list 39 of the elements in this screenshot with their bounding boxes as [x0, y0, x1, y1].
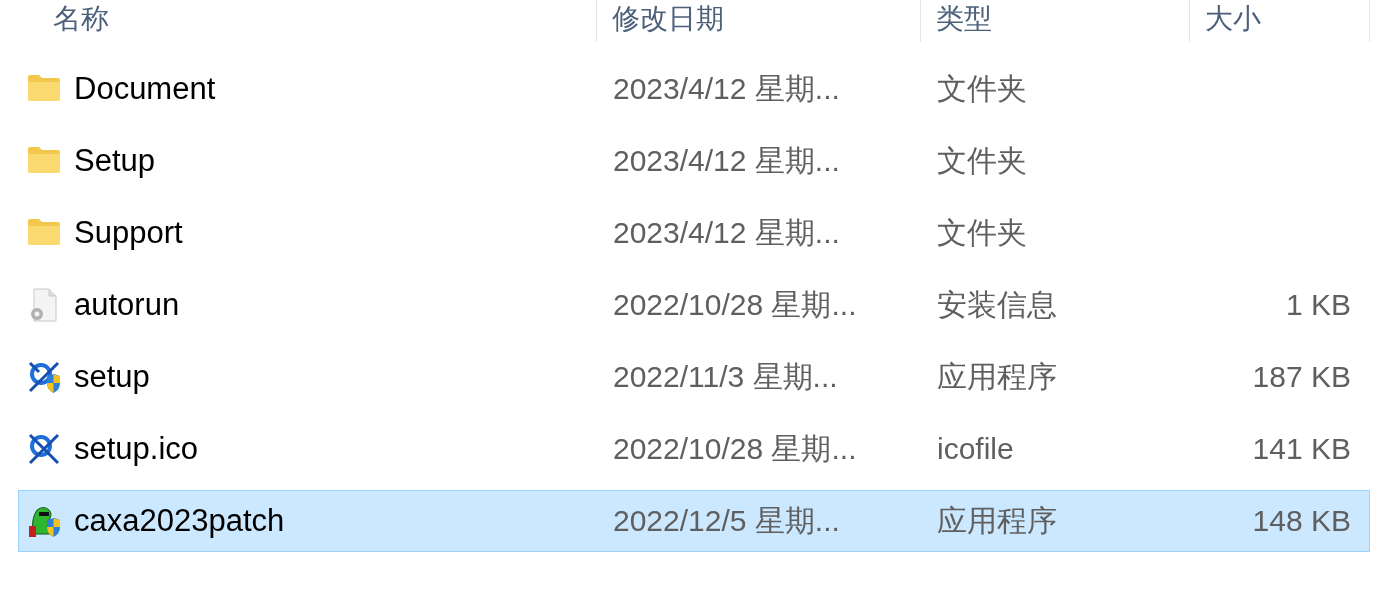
- file-row[interactable]: setup.ico 2022/10/28 星期... icofile 141 KB: [18, 418, 1370, 480]
- column-header[interactable]: 名称: [18, 0, 597, 42]
- modified-date: 2022/10/28 星期...: [613, 431, 857, 465]
- modified-date: 2023/4/12 星期...: [613, 71, 840, 105]
- file-name: autorun: [74, 287, 180, 323]
- modified-date: 2022/11/3 星期...: [613, 359, 838, 393]
- file-size: 141 KB: [1252, 432, 1351, 465]
- modified-date: 2022/12/5 星期...: [613, 503, 840, 537]
- file-row[interactable]: setup 2022/11/3 星期... 应用程序 187 KB: [18, 346, 1370, 408]
- modified-date: 2022/10/28 星期...: [613, 287, 857, 321]
- file-row[interactable]: caxa2023patch 2022/12/5 星期... 应用程序 148 KB: [18, 490, 1370, 552]
- patch-installer-icon: [27, 504, 61, 538]
- file-row[interactable]: autorun 2022/10/28 星期... 安装信息 1 KB: [18, 274, 1370, 336]
- column-header[interactable]: 修改日期: [597, 0, 921, 42]
- installer-icon: [27, 360, 61, 394]
- file-type: 文件夹: [937, 215, 1027, 249]
- file-row[interactable]: Document 2023/4/12 星期... 文件夹: [18, 58, 1370, 120]
- file-type: 应用程序: [937, 359, 1057, 393]
- file-type: 文件夹: [937, 71, 1027, 105]
- app-icon: [27, 432, 61, 466]
- file-type: icofile: [937, 432, 1014, 465]
- file-name: setup.ico: [74, 431, 199, 467]
- modified-date: 2023/4/12 星期...: [613, 143, 840, 177]
- file-name: Setup: [74, 143, 155, 179]
- file-name: Document: [74, 71, 216, 107]
- modified-date: 2023/4/12 星期...: [613, 215, 840, 249]
- file-size: 1 KB: [1285, 288, 1351, 321]
- file-type: 应用程序: [937, 503, 1057, 537]
- file-name: Support: [74, 215, 183, 251]
- file-size: 148 KB: [1252, 504, 1351, 537]
- file-row[interactable]: Support 2023/4/12 星期... 文件夹: [18, 202, 1370, 264]
- file-row[interactable]: Setup 2023/4/12 星期... 文件夹: [18, 130, 1370, 192]
- file-type: 文件夹: [937, 143, 1027, 177]
- file-name: caxa2023patch: [74, 503, 285, 539]
- column-header[interactable]: 类型: [921, 0, 1190, 42]
- file-name: setup: [74, 359, 150, 395]
- file-type: 安装信息: [937, 287, 1057, 321]
- file-size: 187 KB: [1252, 360, 1351, 393]
- column-header[interactable]: 大小: [1190, 0, 1370, 42]
